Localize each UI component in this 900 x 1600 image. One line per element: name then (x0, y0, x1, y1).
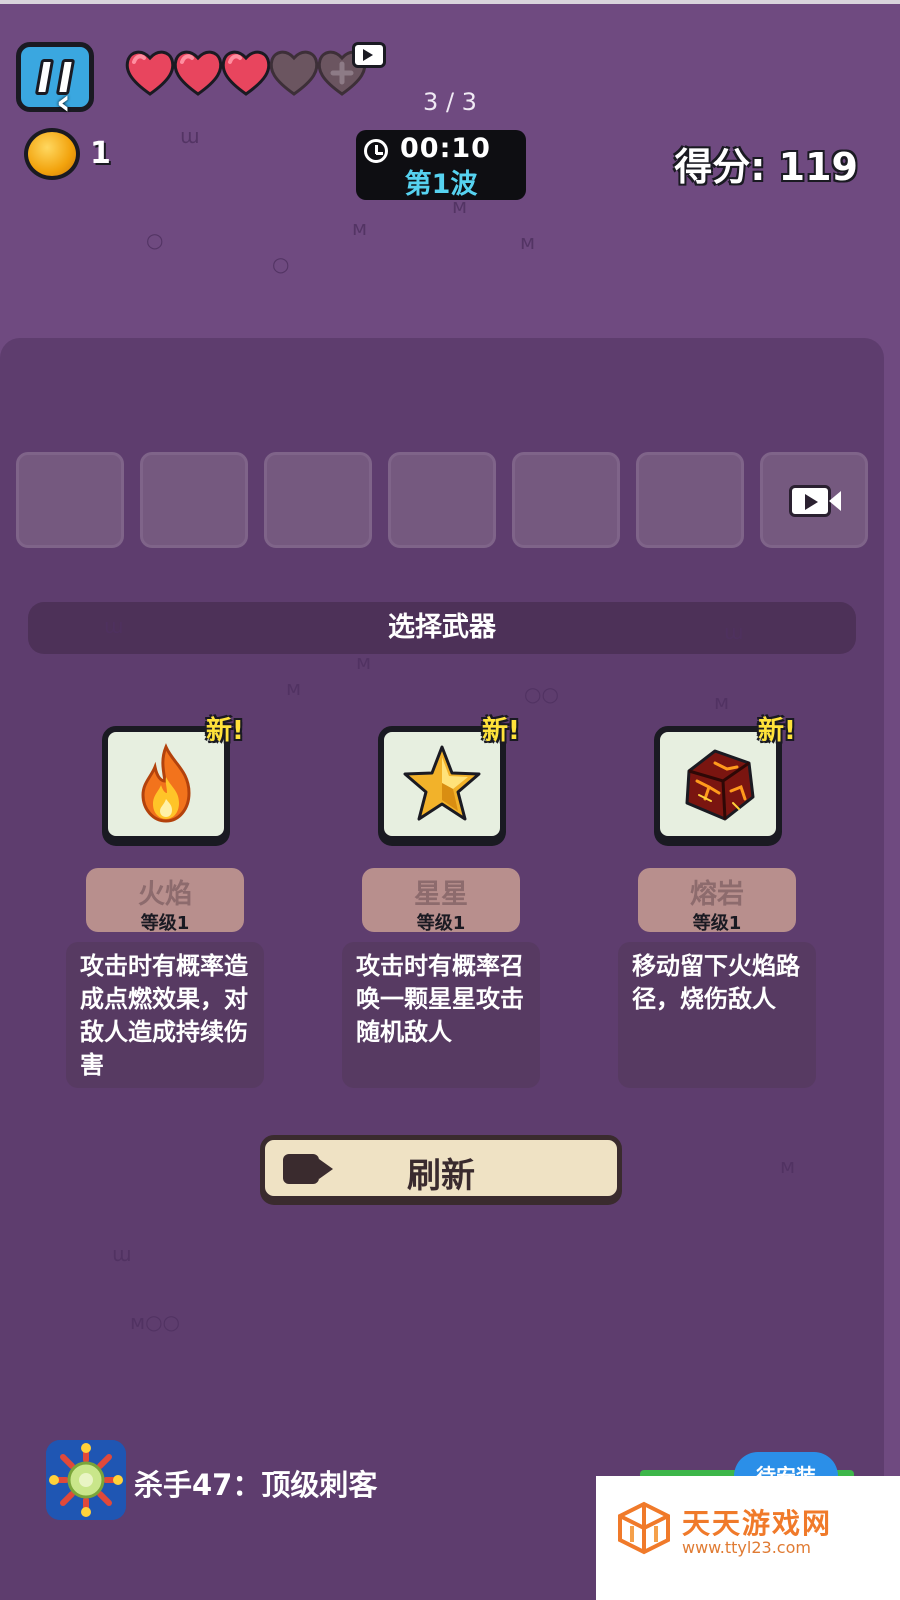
weapon-level: 等级1 (692, 913, 742, 934)
weapon-description: 移动留下火焰路径，烧伤敌人 (618, 942, 816, 1088)
new-badge: 新! (482, 716, 520, 746)
grass-decoration: ɯ (180, 124, 200, 148)
score: 得分: 119 (674, 136, 858, 191)
grass-decoration: ᴍ (356, 650, 372, 674)
grass-decoration: ɯ (724, 620, 744, 644)
coin-icon (24, 128, 80, 180)
score-label: 得分: (674, 145, 766, 189)
ad-title: 杀手47：顶级刺客 (134, 1468, 378, 1502)
grass-decoration: ᴍ (780, 1154, 796, 1178)
weapon-level: 等级1 (140, 913, 190, 934)
watermark: 天天游戏网 www.ttyl23.com (596, 1476, 900, 1600)
wave-timer: 00:10 第1波 (356, 130, 526, 200)
grass-decoration: ᴍ (286, 676, 302, 700)
coin-count: 1 (90, 136, 111, 171)
clock-icon (364, 139, 388, 163)
grass-decoration: ᴍ (352, 216, 368, 240)
weapon-name: 熔岩 (690, 879, 744, 910)
weapon-name-tag: 火焰 等级1 (86, 868, 244, 934)
inventory-slot[interactable] (512, 452, 620, 548)
inventory-slot[interactable] (636, 452, 744, 548)
weapon-name: 星星 (414, 879, 468, 910)
grass-decoration: ᴍ (714, 690, 730, 714)
status-strip (0, 0, 900, 4)
timer-value: 00:10 (400, 133, 491, 164)
inventory-slot[interactable] (388, 452, 496, 548)
grass-decoration: ɯ (104, 614, 124, 638)
grass-decoration: ᴍ○○ (130, 1310, 180, 1334)
weapon-level: 等级1 (416, 913, 466, 934)
inventory-slot[interactable] (16, 452, 124, 548)
pebble-decoration: ○○ (524, 682, 559, 706)
inventory-slots (16, 452, 868, 548)
page-indicator: 3 / 3 (423, 88, 477, 116)
refresh-button[interactable]: 刷新 (260, 1135, 622, 1201)
ad-app-icon[interactable] (46, 1440, 126, 1520)
watermark-logo-icon (618, 1501, 670, 1555)
watermark-name: 天天游戏网 (682, 1507, 833, 1540)
score-value: 119 (778, 145, 858, 189)
grass-decoration: ɯ (112, 1242, 132, 1266)
new-badge: 新! (206, 716, 244, 746)
video-camera-icon (789, 485, 831, 517)
weapon-name-tag: 熔岩 等级1 (638, 868, 796, 934)
weapon-description: 攻击时有概率造成点燃效果，对敌人造成持续伤害 (66, 942, 264, 1088)
inventory-slot[interactable] (264, 452, 372, 548)
pebble-decoration: ○ (272, 252, 290, 276)
wave-label: 第1波 (404, 169, 478, 200)
weapon-name: 火焰 (138, 879, 192, 910)
pebble-decoration: ○ (146, 228, 164, 252)
video-ad-icon[interactable] (352, 42, 386, 68)
unlock-slot-ad-button[interactable] (760, 452, 868, 548)
grass-decoration: ᴍ (520, 230, 536, 254)
refresh-label: 刷新 (407, 1156, 475, 1196)
weapon-name-tag: 星星 等级1 (362, 868, 520, 934)
weapon-description: 攻击时有概率召唤一颗星星攻击随机敌人 (342, 942, 540, 1088)
watermark-url: www.ttyl23.com (682, 1538, 811, 1557)
new-badge: 新! (758, 716, 796, 746)
inventory-slot[interactable] (140, 452, 248, 548)
